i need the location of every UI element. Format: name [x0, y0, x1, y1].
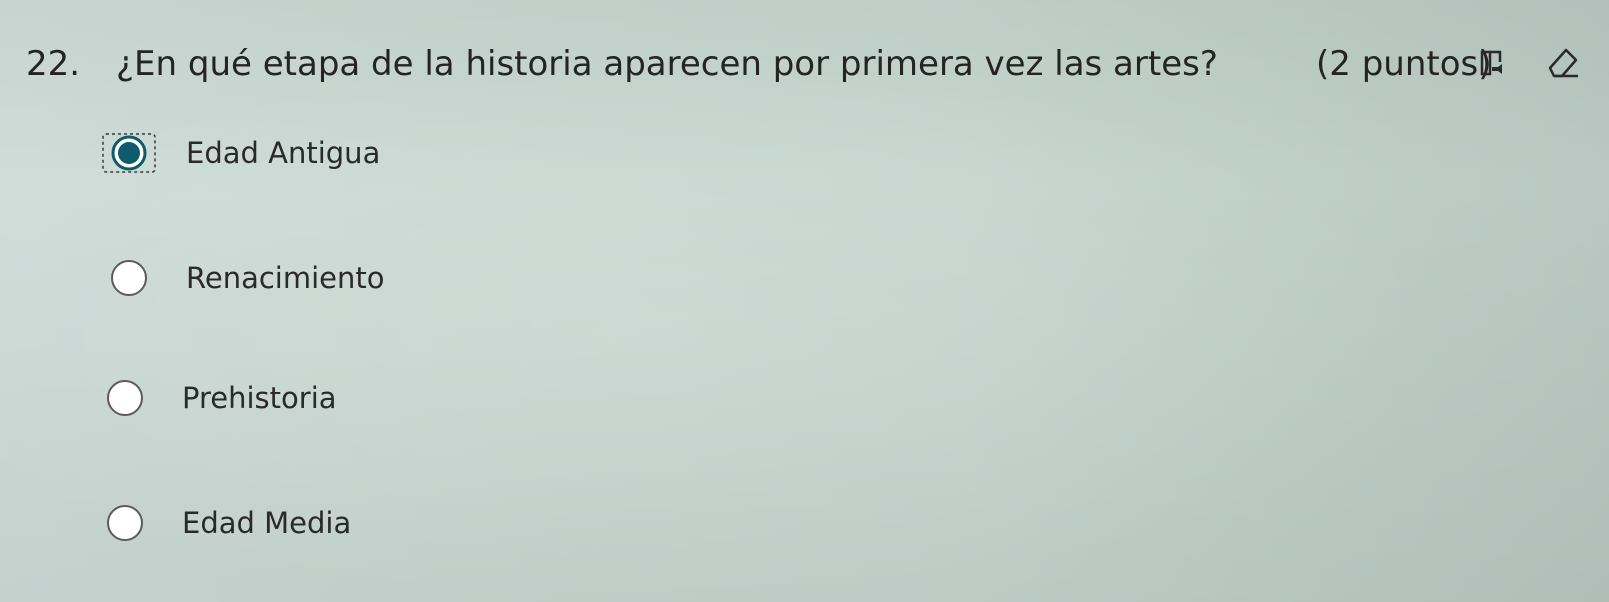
option-label: Edad Media — [182, 506, 352, 540]
option-label: Renacimiento — [186, 261, 385, 295]
option-label: Edad Antigua — [186, 136, 381, 170]
radio-button-selected[interactable] — [102, 133, 156, 173]
radio-button[interactable] — [98, 503, 152, 543]
option-edad-media[interactable]: Edad Media — [100, 497, 500, 557]
option-edad-antigua[interactable]: Edad Antigua — [100, 127, 500, 187]
question-points: (2 puntos) — [1316, 44, 1492, 84]
option-prehistoria[interactable]: Prehistoria — [100, 372, 500, 432]
question-header: 22. ¿En qué etapa de la historia aparece… — [26, 36, 1586, 116]
option-label: Prehistoria — [182, 381, 337, 415]
question-number: 22. — [26, 44, 81, 84]
radio-button[interactable] — [102, 258, 156, 298]
option-renacimiento[interactable]: Renacimiento — [100, 252, 500, 312]
radio-button[interactable] — [98, 378, 152, 418]
immersive-reader-icon[interactable] — [1478, 48, 1508, 78]
question-text: ¿En qué etapa de la historia aparecen po… — [116, 44, 1218, 84]
eraser-icon[interactable] — [1542, 42, 1582, 82]
